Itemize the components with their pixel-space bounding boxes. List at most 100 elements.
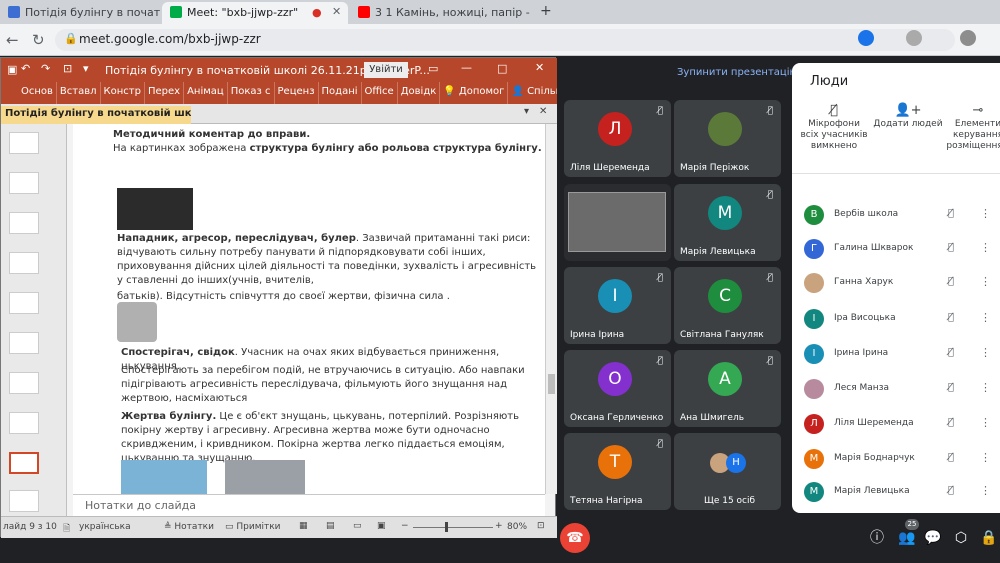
ribbon-tab-home[interactable]: Основ [1,82,57,104]
slide-thumbnail[interactable] [9,172,39,194]
participant-tile[interactable]: 🎙̸ М Марія Левицька [674,184,781,261]
ribbon-tab-slideshow[interactable]: Показ с [228,82,275,104]
slide-thumbnail[interactable] [9,412,39,434]
slide-thumbnail[interactable] [9,490,39,512]
more-options-icon[interactable]: ⋮ [980,381,991,394]
close-icon[interactable]: ✕ [332,5,341,18]
present-icon[interactable]: ⊡ [63,62,72,75]
more-options-icon[interactable]: ⋮ [980,241,991,254]
slide-thumbnail[interactable] [9,212,39,234]
slideshow-view-icon[interactable]: ▣ [377,521,386,531]
participant-tile[interactable]: 🎙̸ А Ана Шмигель [674,350,781,427]
reading-view-icon[interactable]: ▭ [353,521,362,531]
ribbon-display-icon[interactable]: ▭ [428,62,438,75]
url-field[interactable]: 🔒 meet.google.com/bxb-jjwp-zzr [55,29,955,51]
sorter-view-icon[interactable]: ▤ [326,521,335,531]
comments-button[interactable]: ▭ Примітки [225,522,281,532]
host-controls-button[interactable]: 🔒 [974,523,1000,553]
zoom-out-icon[interactable]: − [401,521,409,531]
slide-notes-field[interactable]: Нотатки до слайда [73,494,545,516]
zoom-slider-thumb[interactable] [445,522,448,532]
people-list-item[interactable]: Г Галина Шкварок 🎙̸ ⋮ [792,233,1000,265]
participant-tile[interactable]: 🎙̸ Л Ліля Шеременда [564,100,671,177]
stop-presenting-link[interactable]: Зупинити презентацію [677,67,798,78]
ribbon-tab-review[interactable]: Реценз [275,82,319,104]
people-list-item[interactable]: Ганна Харук 🎙̸ ⋮ [792,267,1000,299]
people-list-item[interactable]: М Марія Левицька 🎙̸ ⋮ [792,476,1000,508]
notes-button[interactable]: ≜ Нотатки [164,522,214,532]
ribbon-tab-tell-me[interactable]: 💡 Допомог [440,82,509,104]
people-list-item[interactable]: Леся Манза 🎙̸ ⋮ [792,373,1000,405]
vertical-scrollbar[interactable] [545,124,557,494]
more-options-icon[interactable]: ⋮ [980,275,991,288]
activities-button[interactable]: ⬡ [946,523,976,553]
sign-in-button[interactable]: Увійти [364,62,408,78]
more-options-icon[interactable]: ⋮ [980,451,991,464]
more-options-icon[interactable]: ⋮ [980,207,991,220]
people-list-item[interactable]: В Вербів школа 🎙̸ ⋮ [792,199,1000,231]
close-icon[interactable]: ✕ [535,61,544,74]
zoom-level[interactable]: 80% [507,522,527,532]
ribbon-tab-transitions[interactable]: Перех [145,82,185,104]
redo-icon[interactable]: ↷ [41,62,50,75]
document-tab[interactable]: Потідія булінгу в початковій школі 26.11… [1,106,191,124]
slide-thumbnail[interactable] [9,252,39,274]
zoom-in-icon[interactable]: + [495,521,503,531]
profile-icon[interactable] [960,30,976,46]
ribbon-tab-office[interactable]: Office [362,82,398,104]
ribbon-tab-design[interactable]: Констр [101,82,145,104]
zoom-slider[interactable] [413,527,493,528]
participant-tile[interactable]: 🎙̸ Т Тетяна Нагірна [564,433,671,510]
more-options-icon[interactable]: ⋮ [980,311,991,324]
camera-icon[interactable] [858,30,874,46]
undo-icon[interactable]: ↶ [21,62,30,75]
slide-thumbnail[interactable] [9,332,39,354]
presentation-preview-tile[interactable] [564,184,671,261]
more-options-icon[interactable]: ⋮ [980,416,991,429]
people-list-item[interactable]: М Марія Боднарчук 🎙̸ ⋮ [792,443,1000,475]
more-options-icon[interactable]: ⋮ [980,346,991,359]
minimize-icon[interactable]: — [461,61,472,74]
slide-thumbnail[interactable] [9,132,39,154]
spellcheck-icon[interactable]: 🗎 [63,521,70,537]
ribbon-tab-animations[interactable]: Анімац [184,82,228,104]
slide-thumbnail[interactable] [9,292,39,314]
chat-button[interactable]: 💬 [918,523,948,553]
ribbon-tab-view[interactable]: Подані [319,82,362,104]
mute-all-button[interactable]: 🎙̸ Мікрофони всіх учасників вимкнено [798,104,870,152]
slide-thumbnail-selected[interactable] [9,452,39,474]
language-indicator[interactable]: українська [79,522,131,532]
participant-tile[interactable]: 🎙̸ Марія Періжок [674,100,781,177]
people-list-item[interactable]: І Ірина Ірина 🎙̸ ⋮ [792,338,1000,370]
tab-meet[interactable]: Meet: "bxb-jjwp-zzr" ● ✕ [162,2,348,24]
normal-view-icon[interactable]: ▦ [299,521,308,531]
slide-thumbnail[interactable] [9,372,39,394]
meeting-details-button[interactable]: ⓘ [862,523,892,553]
dropdown-icon[interactable]: ▾ [83,62,89,75]
dropdown-icon[interactable]: ▾ [524,106,529,117]
leave-call-button[interactable]: ☎ [560,523,590,553]
add-people-button[interactable]: 👤+ Додати людей [872,104,944,130]
more-participants-tile[interactable]: Н Ще 15 осіб [674,433,781,510]
people-list-item[interactable]: І Іра Висоцька 🎙̸ ⋮ [792,303,1000,335]
tab-powerpoint[interactable]: Потідія булінгу в початковій [0,2,160,24]
maximize-icon[interactable]: □ [497,62,507,75]
share-icon[interactable] [906,30,922,46]
autosave-icon[interactable]: ▣ [7,63,17,76]
host-controls-button[interactable]: ⊸Елементи керування розміщенням [942,104,1000,152]
back-icon[interactable]: ← [6,31,19,49]
participant-tile[interactable]: 🎙̸ І Ірина Ірина [564,267,671,344]
new-tab-icon[interactable]: + [540,3,552,19]
close-icon[interactable]: ✕ [539,106,547,117]
more-options-icon[interactable]: ⋮ [980,484,991,497]
ribbon-tab-help[interactable]: Довідк [398,82,441,104]
participant-tile[interactable]: 🎙̸ С Світлана Гануляк [674,267,781,344]
fit-slide-icon[interactable]: ⊡ [537,521,545,531]
slide-canvas[interactable]: Методичний коментар до вправи. На картин… [73,124,545,494]
ribbon-tab-insert[interactable]: Вставл [57,82,101,104]
reload-icon[interactable]: ↻ [32,31,45,49]
share-button[interactable]: 👤 Спільний доступ [508,82,557,104]
tab-youtube[interactable]: 3 1 Камінь, ножиці, папір - YouT [350,2,530,24]
people-list-item[interactable]: Л Ліля Шеременда 🎙̸ ⋮ [792,408,1000,440]
scrollbar-thumb[interactable] [548,374,555,394]
